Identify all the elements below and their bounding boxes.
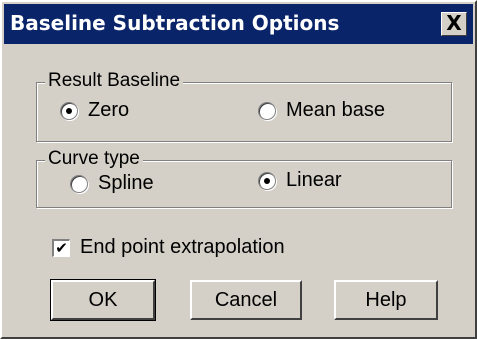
end-point-extrapolation-label: End point extrapolation — [80, 236, 285, 258]
radio-linear-label: Linear — [286, 169, 342, 191]
end-point-extrapolation-checkbox[interactable]: ✔ End point extrapolation — [52, 236, 285, 259]
cancel-button[interactable]: Cancel — [190, 280, 302, 320]
radio-mean-base-indicator[interactable] — [258, 101, 276, 120]
radio-spline-indicator[interactable] — [70, 174, 88, 193]
radio-zero-indicator[interactable] — [60, 101, 78, 120]
radio-mean-base-label: Mean base — [286, 99, 385, 121]
radio-zero[interactable]: Zero — [60, 99, 129, 122]
radio-mean-base[interactable]: Mean base — [258, 99, 385, 122]
curve-type-legend: Curve type — [45, 148, 143, 170]
dialog-title: Baseline Subtraction Options — [10, 11, 340, 35]
check-icon[interactable]: ✔ — [52, 238, 70, 257]
close-button[interactable]: X — [441, 12, 467, 36]
ok-button[interactable]: OK — [50, 279, 156, 321]
radio-linear-indicator[interactable] — [258, 171, 276, 190]
radio-spline-label: Spline — [98, 172, 154, 194]
radio-linear[interactable]: Linear — [258, 169, 342, 192]
result-baseline-legend: Result Baseline — [45, 70, 184, 92]
help-button[interactable]: Help — [334, 280, 438, 320]
radio-zero-label: Zero — [88, 99, 130, 121]
title-bar[interactable]: Baseline Subtraction Options X — [4, 4, 473, 44]
close-icon: X — [446, 11, 462, 35]
dialog-window: Baseline Subtraction Options X Result Ba… — [0, 0, 477, 339]
radio-spline[interactable]: Spline — [70, 172, 154, 195]
